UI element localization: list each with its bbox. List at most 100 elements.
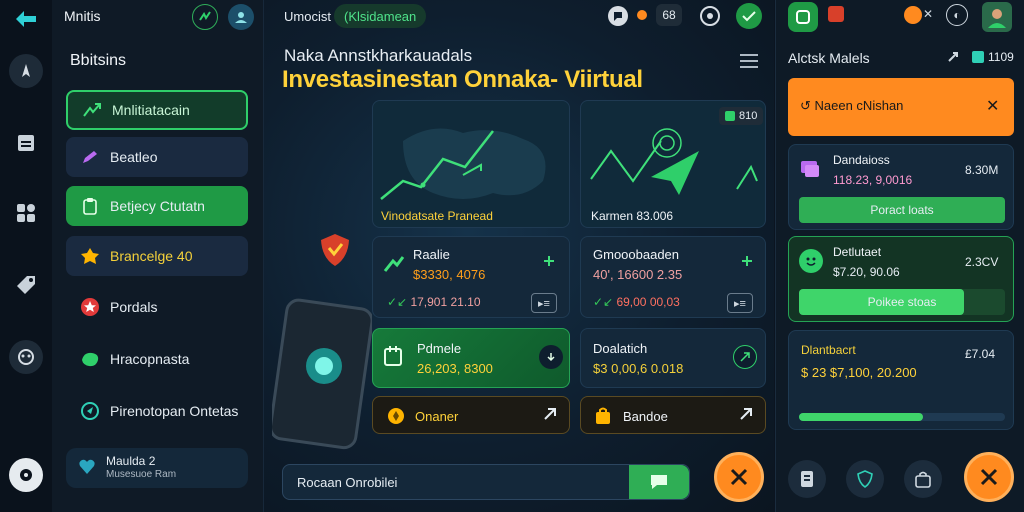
logo-icon[interactable] (192, 4, 218, 30)
asset-button[interactable]: Poikee stoas (799, 289, 1005, 315)
coin-icon (387, 407, 405, 425)
hero-chart-card[interactable]: Vinodatsate Pranead (372, 100, 570, 228)
stat-sub: ✓↙ 69,00 00,03 (593, 295, 680, 309)
stat-value: 40', 16600 2.35 (593, 267, 683, 282)
avatar[interactable] (982, 2, 1012, 32)
tag-icon[interactable] (9, 268, 43, 302)
download-icon[interactable] (539, 345, 563, 369)
asset-value: 118.23, 9,0016 (833, 173, 913, 187)
sidebar-item-label: Betjecy Ctutatn (110, 198, 205, 214)
stat-card[interactable]: Doalatich $3 0,00,6 0.018 (580, 328, 766, 388)
sidebar-item-overview[interactable]: Mnlitiatacain (66, 90, 248, 130)
sidebar: Mnitis Bbitsins Mnlitiatacain Beatleo Be… (52, 0, 264, 512)
notification-dot-icon (637, 10, 647, 20)
close-fab-icon[interactable] (964, 452, 1014, 502)
menu-icon[interactable] (738, 52, 760, 70)
status-badge[interactable]: (Klsidamean (334, 4, 427, 28)
sidebar-item-betjecy[interactable]: Betjecy Ctutatn (66, 186, 248, 226)
clipboard-icon (80, 196, 100, 216)
back-arrow-icon[interactable] (9, 2, 43, 36)
chevron-icon[interactable]: ▸≡ (727, 293, 753, 313)
asset-button[interactable]: Poract loats (799, 197, 1005, 223)
asset-value: $7.20, 90.06 (833, 265, 900, 279)
sidebar-item-pordals[interactable]: Pordals (66, 287, 248, 327)
send-icon[interactable] (733, 345, 757, 369)
star-badge-icon (80, 246, 100, 266)
panel-title: Alctsk Malels (788, 50, 870, 66)
user-card[interactable]: Maulda 2 Musesuoe Ram (66, 448, 248, 488)
page-subtitle: Naka Annstkharkauadals (284, 46, 473, 65)
star-icon (80, 297, 100, 317)
bag-icon[interactable] (904, 460, 942, 498)
alert-banner[interactable]: ↺ Naeen cNishan ✕ (788, 78, 1014, 136)
shield-check-icon[interactable] (846, 460, 884, 498)
sidebar-item-label: Brancelge 40 (110, 248, 193, 264)
x-icon[interactable]: ✕ (922, 6, 934, 22)
check-icon (725, 111, 735, 121)
sidebar-item-hracopnasta[interactable]: Hracopnasta (66, 339, 248, 379)
support-icon[interactable] (9, 340, 43, 374)
count-badge[interactable]: 68 (656, 4, 682, 26)
asset-title: Dandaioss (833, 153, 890, 167)
record-icon[interactable] (9, 458, 43, 492)
close-icon[interactable]: ✕ (986, 96, 999, 116)
user-icon[interactable] (904, 6, 922, 24)
close-fab-icon[interactable] (714, 452, 764, 502)
sidebar-item-beatleo[interactable]: Beatleo (66, 137, 248, 177)
panel-counter: 1109 (988, 50, 1014, 64)
right-panel: ✕ ◐ Alctsk Malels 1109 ↺ Naeen cNishan ✕… (775, 0, 1024, 512)
action-button[interactable]: Onaner (372, 396, 570, 434)
sidebar-item-brancelge[interactable]: Brancelge 40 (66, 236, 248, 276)
stat-title: Doalatich (593, 341, 648, 356)
stat-value: $3330, 4076 (413, 267, 486, 282)
alert-text: ↺ Naeen cNishan (800, 98, 903, 114)
stat-card[interactable]: Gmooobaaden 40', 16600 2.35 ✓↙ 69,00 00,… (580, 236, 766, 318)
asset-card[interactable]: Detlutaet $7.20, 90.06 2.3CV Poikee stoa… (788, 236, 1014, 322)
stat-card[interactable]: Raalie $3330, 4076 ✓↙ 17,901 21.10 ▸≡ (372, 236, 570, 318)
app-logo-icon[interactable] (788, 2, 818, 32)
stat-title: Gmooobaaden (593, 247, 680, 262)
asset-card[interactable]: Dandaioss 118.23, 9,0016 8.30M Poract lo… (788, 144, 1014, 230)
bottom-input[interactable]: Rocaan Onrobilei (282, 464, 690, 500)
avatar[interactable] (228, 4, 254, 30)
location-icon (80, 401, 100, 421)
hero-caption: Vinodatsate Pranead (381, 209, 493, 223)
stat-card[interactable]: Pdmele 26,203, 8300 (372, 328, 570, 388)
alert-label: Naeen cNishan (814, 98, 904, 113)
document-icon[interactable] (9, 126, 43, 160)
smile-icon (799, 249, 823, 273)
heart-icon (76, 456, 98, 478)
settings-grid-icon[interactable] (9, 196, 43, 230)
refresh-icon: ↺ (800, 98, 815, 113)
chat-send-icon[interactable] (629, 465, 689, 499)
bag-icon (595, 407, 611, 425)
record-icon[interactable] (700, 6, 720, 26)
progress-fill (799, 413, 923, 421)
action-button[interactable]: Bandoe (580, 396, 766, 434)
arrow-icon (739, 407, 753, 421)
hero-arrow-card[interactable]: 810 Karmen 83.006 (580, 100, 766, 228)
expand-icon (543, 255, 555, 267)
leaf-icon (80, 349, 100, 369)
asset-amount: 2.3CV (965, 255, 999, 269)
asset-card[interactable]: Dlantbacrt $ 23 $7,100, 20.200 £7.04 (788, 330, 1014, 430)
receipt-icon[interactable] (788, 460, 826, 498)
asset-value: $ 23 $7,100, 20.200 (801, 365, 917, 380)
action-label: Bandoe (623, 409, 668, 424)
check-icon[interactable] (736, 3, 762, 29)
chevron-icon[interactable]: ▸≡ (531, 293, 557, 313)
stat-sub-value: 69,00 00,03 (616, 295, 680, 309)
chat-icon[interactable] (608, 6, 628, 26)
app-title: Mnitis (64, 8, 101, 24)
user-name: Maulda 2 (106, 454, 156, 468)
sidebar-item-pirenotopan[interactable]: Pirenotopan Ontetas (66, 391, 248, 431)
pin-icon[interactable] (946, 50, 960, 64)
nav-rail (0, 0, 52, 512)
tablet-illustration (272, 298, 372, 450)
action-label: Onaner (415, 409, 459, 424)
profile-icon[interactable] (9, 54, 43, 88)
asset-title: Detlutaet (833, 245, 882, 259)
progress-track (799, 413, 1005, 421)
moon-icon[interactable]: ◐ (946, 4, 968, 26)
stat-title: Pdmele (417, 341, 462, 356)
